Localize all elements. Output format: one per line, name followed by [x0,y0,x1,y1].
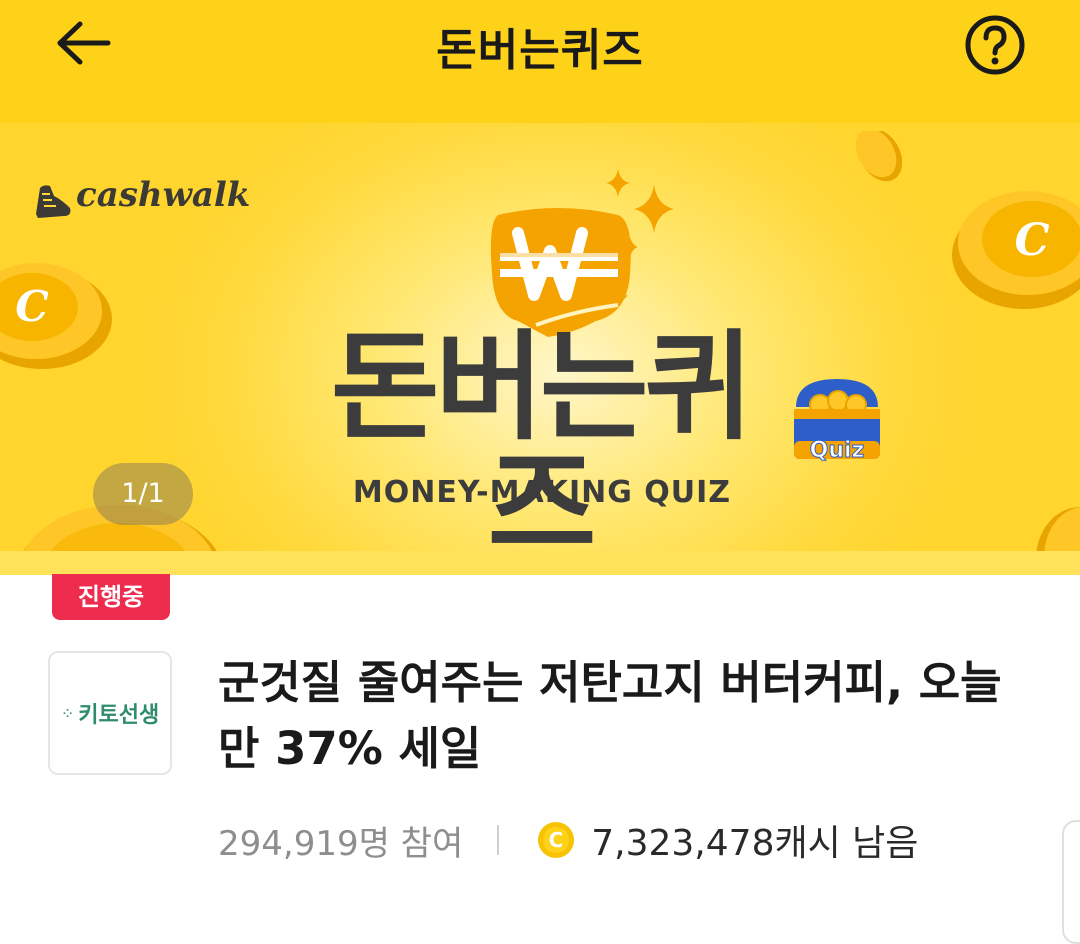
promo-banner[interactable]: C C cashwalk 돈버는퀴즈 MONEY-MAKING QUIZ Qui… [0,123,1080,575]
participants-count: 294,919명 참여 [218,823,464,864]
page-title: 돈버는퀴즈 [436,25,644,76]
cashwalk-shoe-icon [36,185,71,218]
svg-text:C: C [15,282,49,331]
app-header: 돈버는퀴즈 [0,0,1080,123]
cash-remaining: 7,323,478캐시 남음 [591,823,919,864]
quiz-title: 군것질 줄여주는 저탄고지 버터커피, 오늘만 37% 세일 [218,656,1002,775]
svg-text:Quiz: Quiz [810,438,865,463]
banner-title: 돈버는퀴즈 [330,318,753,574]
svg-text:C: C [1014,215,1049,266]
advertiser-dots-icon: ⁘ [60,703,74,723]
slide-indicator: 1/1 [93,463,193,525]
status-badge: 진행중 [52,574,170,620]
cashwalk-logo: cashwalk [76,175,251,215]
coin-small-top-icon [856,131,902,182]
coin-top-right-icon: C [952,191,1080,309]
advertiser-logo[interactable]: ⁘ 키토선생 [48,651,172,775]
quiz-stats: 294,919명 참여 C 7,323,478캐시 남음 [218,812,918,868]
banner-subtitle: MONEY-MAKING QUIZ [352,475,732,510]
next-card-peek [1062,820,1080,944]
cash-coin-icon: C [538,822,575,858]
banner-strip [0,551,1080,575]
help-icon[interactable] [964,14,1026,76]
advertiser-name: 키토선생 [78,703,160,728]
coin-left-icon: C [0,263,112,369]
stats-divider [497,825,500,855]
svg-text:C: C [549,828,564,852]
treasure-chest-icon: Quiz [794,379,880,464]
